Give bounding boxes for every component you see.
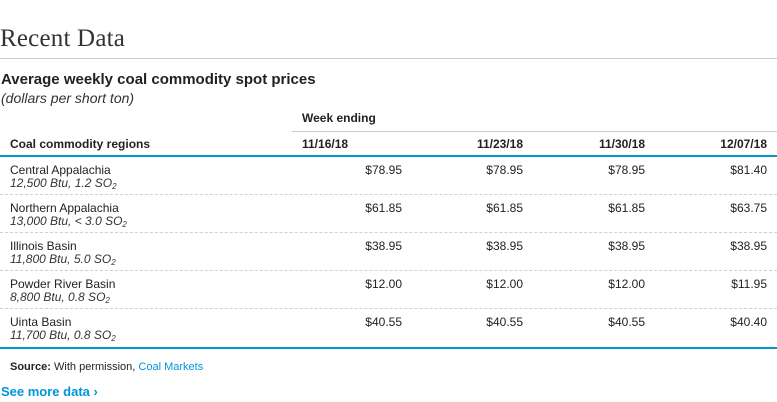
table-footer-divider — [0, 347, 777, 349]
region-spec: 11,700 Btu, 0.8 SO2 — [10, 328, 116, 343]
title-divider — [0, 58, 777, 59]
price-cell: $38.95 — [486, 239, 523, 253]
table-row: Illinois Basin 11,800 Btu, 5.0 SO2 $38.9… — [0, 233, 777, 271]
price-cell: $61.85 — [365, 201, 402, 215]
price-cell: $40.55 — [486, 315, 523, 329]
region-column-header: Coal commodity regions — [10, 137, 151, 151]
price-cell: $78.95 — [365, 163, 402, 177]
table-title: Average weekly coal commodity spot price… — [1, 71, 316, 88]
table-row: Central Appalachia 12,500 Btu, 1.2 SO2 $… — [0, 157, 777, 195]
region-spec: 12,500 Btu, 1.2 SO2 — [10, 176, 117, 191]
price-cell: $12.00 — [365, 277, 402, 291]
price-cell: $40.40 — [730, 315, 767, 329]
coal-markets-link[interactable]: Coal Markets — [138, 361, 203, 373]
price-cell: $63.75 — [730, 201, 767, 215]
price-cell: $78.95 — [608, 163, 645, 177]
table-row: Powder River Basin 8,800 Btu, 0.8 SO2 $1… — [0, 271, 777, 309]
price-cell: $40.55 — [365, 315, 402, 329]
price-cell: $11.95 — [731, 277, 767, 291]
table-subtitle: (dollars per short ton) — [1, 90, 135, 106]
section-title: Recent Data — [0, 25, 126, 52]
week-ending-label: Week ending — [302, 111, 376, 125]
price-cell: $38.95 — [608, 239, 645, 253]
price-cell: $38.95 — [365, 239, 402, 253]
week-ending-divider — [292, 131, 777, 132]
date-column-header: 11/16/18 — [302, 137, 349, 151]
source-label: Source: — [10, 361, 51, 373]
source-note: Source: With permission, Coal Markets — [10, 361, 203, 374]
see-more-data-link[interactable]: See more data › — [1, 384, 98, 400]
price-cell: $12.00 — [486, 277, 523, 291]
region-spec: 13,000 Btu, < 3.0 SO2 — [10, 214, 127, 229]
date-column-header: 12/07/18 — [720, 137, 767, 151]
price-cell: $38.95 — [730, 239, 767, 253]
date-column-header: 11/23/18 — [476, 137, 523, 151]
table-row: Uinta Basin 11,700 Btu, 0.8 SO2 $40.55 $… — [0, 309, 777, 347]
price-cell: $40.55 — [608, 315, 645, 329]
date-column-header: 11/30/18 — [598, 137, 645, 151]
price-cell: $61.85 — [608, 201, 645, 215]
region-spec: 11,800 Btu, 5.0 SO2 — [10, 252, 116, 267]
price-cell: $61.85 — [486, 201, 523, 215]
source-text: With permission, — [50, 361, 139, 373]
price-cell: $78.95 — [486, 163, 523, 177]
table-row: Northern Appalachia 13,000 Btu, < 3.0 SO… — [0, 195, 777, 233]
region-spec: 8,800 Btu, 0.8 SO2 — [10, 290, 110, 305]
price-cell: $81.40 — [730, 163, 767, 177]
price-cell: $12.00 — [608, 277, 645, 291]
